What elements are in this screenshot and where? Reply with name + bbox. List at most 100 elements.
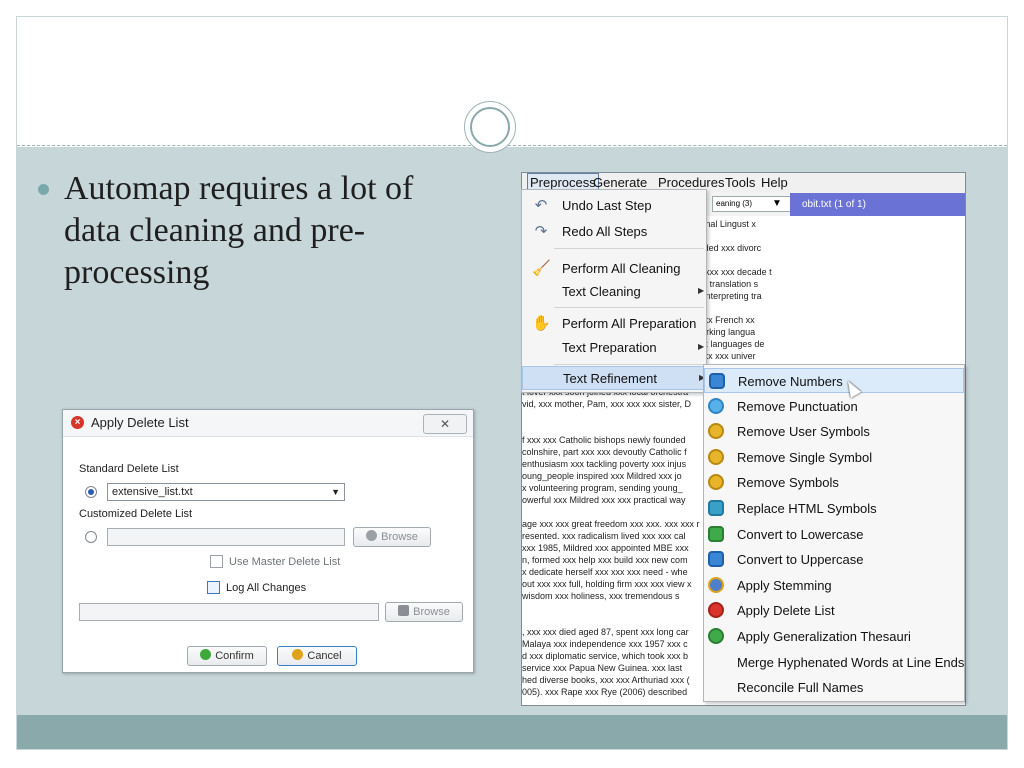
menu-help[interactable]: Help bbox=[761, 174, 788, 191]
menu-item-label: Remove Punctuation bbox=[737, 398, 858, 414]
menu-item-label: Redo All Steps bbox=[562, 224, 648, 239]
dialog-title: Apply Delete List bbox=[91, 415, 189, 430]
bullet-point: Automap requires a lot of data cleaning … bbox=[38, 168, 478, 294]
browse-button-log[interactable]: Browse bbox=[385, 602, 463, 622]
submenu-arrow-icon: ▶ bbox=[698, 342, 705, 351]
menu-item-undo[interactable]: ↶ Undo Last Step bbox=[522, 194, 706, 218]
standard-list-radio[interactable] bbox=[85, 486, 97, 498]
menu-item-label: Perform All Preparation bbox=[562, 316, 697, 331]
use-master-list-checkbox[interactable] bbox=[210, 555, 223, 568]
menu-item-label: Apply Delete List bbox=[737, 603, 835, 619]
generalization-icon bbox=[708, 628, 724, 644]
menu-tools[interactable]: Tools bbox=[725, 174, 755, 191]
menu-item-remove-numbers[interactable]: Remove Numbers bbox=[704, 368, 964, 393]
dialog-titlebar: × Apply Delete List ✕ bbox=[63, 410, 473, 437]
log-all-changes-checkbox[interactable] bbox=[207, 581, 220, 594]
close-button[interactable]: ✕ bbox=[423, 414, 467, 434]
undo-icon: ↶ bbox=[534, 197, 548, 214]
menu-separator bbox=[554, 364, 704, 365]
menu-item-text-preparation[interactable]: Text Preparation ▶ bbox=[522, 336, 706, 360]
replace-html-symbols-icon bbox=[708, 500, 724, 516]
customized-list-input[interactable] bbox=[107, 528, 345, 546]
browse-icon bbox=[366, 530, 378, 541]
circle-ornament bbox=[464, 101, 516, 153]
menu-item-label: Convert to Uppercase bbox=[737, 552, 864, 568]
standard-list-value: extensive_list.txt bbox=[112, 486, 193, 498]
menu-item-label: Merge Hyphenated Words at Line Ends bbox=[737, 654, 965, 670]
bullet-dot-icon bbox=[38, 184, 49, 195]
log-all-changes-label: Log All Changes bbox=[226, 582, 307, 594]
circle-ornament-inner bbox=[470, 107, 510, 147]
menu-item-remove-punctuation[interactable]: Remove Punctuation bbox=[704, 394, 964, 419]
divider-line bbox=[17, 145, 1007, 146]
menu-item-convert-to-lowercase[interactable]: Convert to Lowercase bbox=[704, 522, 964, 547]
menu-item-text-refinement[interactable]: Text Refinement ▶ bbox=[522, 366, 706, 390]
menu-separator bbox=[554, 248, 704, 249]
confirm-button[interactable]: Confirm bbox=[187, 646, 267, 666]
menu-item-perform-preparation[interactable]: ✋ Perform All Preparation bbox=[522, 312, 706, 336]
slide-footer-band bbox=[17, 715, 1007, 749]
remove-single-symbol-icon bbox=[708, 448, 724, 465]
remove-symbols-icon bbox=[708, 474, 724, 491]
folder-icon bbox=[398, 605, 410, 616]
standard-delete-list-label: Standard Delete List bbox=[79, 463, 179, 475]
cancel-icon bbox=[292, 649, 304, 660]
error-icon: × bbox=[71, 416, 84, 429]
preset-select[interactable]: eaning (3) bbox=[712, 196, 802, 212]
preprocess-menu: ↶ Undo Last Step ↷ Redo All Steps 🧹 Perf… bbox=[521, 189, 707, 393]
menu-item-label: Remove User Symbols bbox=[737, 424, 870, 440]
menu-item-label: Perform All Cleaning bbox=[562, 261, 681, 276]
remove-numbers-icon bbox=[709, 373, 725, 389]
menu-item-label: Apply Stemming bbox=[737, 577, 832, 593]
file-tab[interactable]: obit.txt (1 of 1) bbox=[790, 193, 965, 216]
remove-user-symbols-icon bbox=[708, 423, 724, 440]
bullet-text: Automap requires a lot of data cleaning … bbox=[64, 170, 414, 291]
menu-item-label: Remove Single Symbol bbox=[737, 449, 873, 465]
delete-list-icon bbox=[708, 602, 724, 619]
menu-item-replace-html-symbols[interactable]: Replace HTML Symbols bbox=[704, 496, 964, 521]
menu-item-label: Text Preparation bbox=[562, 340, 657, 355]
submenu-arrow-icon: ▶ bbox=[698, 286, 705, 295]
menu-item-apply-stemming[interactable]: Apply Stemming bbox=[704, 573, 964, 598]
chevron-down-icon: ▼ bbox=[331, 487, 340, 497]
lowercase-icon bbox=[708, 525, 724, 542]
menu-item-reconcile-full-names[interactable]: Reconcile Full Names bbox=[704, 675, 964, 700]
menu-item-remove-symbols[interactable]: Remove Symbols bbox=[704, 470, 964, 495]
menu-item-apply-delete-list[interactable]: Apply Delete List bbox=[704, 598, 964, 623]
hand-icon: ✋ bbox=[532, 315, 551, 332]
menu-item-perform-cleaning[interactable]: 🧹 Perform All Cleaning bbox=[522, 257, 706, 281]
menu-item-label: Replace HTML Symbols bbox=[737, 501, 877, 516]
menu-item-remove-user-symbols[interactable]: Remove User Symbols bbox=[704, 419, 964, 444]
customized-list-radio[interactable] bbox=[85, 531, 97, 543]
menu-item-label: Text Cleaning bbox=[562, 284, 641, 299]
menu-item-label: Undo Last Step bbox=[562, 198, 652, 213]
menu-item-remove-single-symbol[interactable]: Remove Single Symbol bbox=[704, 445, 964, 470]
menu-item-apply-generalization-thesauri[interactable]: Apply Generalization Thesauri bbox=[704, 624, 964, 649]
menu-item-label: Apply Generalization Thesauri bbox=[737, 629, 911, 644]
broom-icon: 🧹 bbox=[532, 260, 551, 277]
confirm-label: Confirm bbox=[215, 650, 254, 662]
log-file-input[interactable] bbox=[79, 603, 379, 621]
browse-label: Browse bbox=[381, 531, 418, 543]
menu-separator bbox=[554, 307, 704, 308]
preset-select-value: eaning (3) bbox=[716, 199, 753, 208]
menu-item-label: Convert to Lowercase bbox=[737, 526, 864, 542]
menu-item-label: Remove Symbols bbox=[737, 475, 839, 491]
apply-delete-list-dialog: × Apply Delete List ✕ Standard Delete Li… bbox=[62, 409, 474, 673]
chevron-down-icon[interactable]: ▼ bbox=[772, 196, 782, 212]
cancel-button[interactable]: Cancel bbox=[277, 646, 357, 666]
menu-item-label: Text Refinement bbox=[563, 371, 657, 386]
text-refinement-submenu: Remove Numbers Remove Punctuation Remove U… bbox=[703, 364, 965, 702]
menu-item-merge-hyphenated-words-at-line-ends[interactable]: Merge Hyphenated Words at Line Ends bbox=[704, 650, 964, 675]
browse-button-custom[interactable]: Browse bbox=[353, 527, 431, 547]
check-circle-icon bbox=[200, 649, 212, 660]
uppercase-icon bbox=[708, 551, 724, 568]
standard-list-select[interactable]: extensive_list.txt ▼ bbox=[107, 483, 345, 501]
menu-item-convert-to-uppercase[interactable]: Convert to Uppercase bbox=[704, 547, 964, 572]
menu-item-text-cleaning[interactable]: Text Cleaning ▶ bbox=[522, 280, 706, 304]
menu-item-label: Remove Numbers bbox=[738, 374, 843, 389]
menu-item-redo[interactable]: ↷ Redo All Steps bbox=[522, 220, 706, 244]
redo-icon: ↷ bbox=[534, 223, 548, 240]
menu-item-label: Reconcile Full Names bbox=[737, 680, 864, 696]
remove-punctuation-icon bbox=[708, 397, 724, 414]
